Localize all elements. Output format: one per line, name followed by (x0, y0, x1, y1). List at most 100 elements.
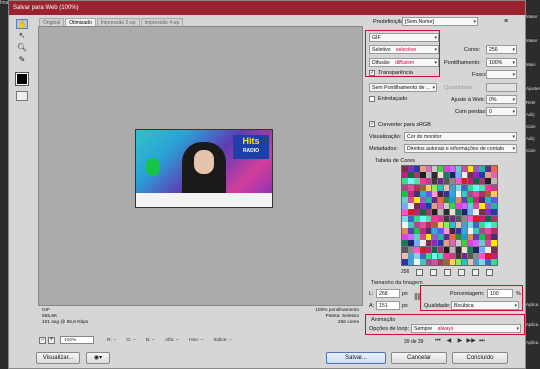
color-table-swatch[interactable] (425, 252, 432, 259)
color-table-swatch[interactable] (402, 234, 408, 241)
play-icon[interactable]: ▶ (455, 338, 464, 345)
color-table-swatch[interactable] (455, 246, 462, 253)
color-table-swatch[interactable] (407, 203, 414, 210)
color-table-swatch[interactable] (485, 215, 492, 222)
color-table-swatch[interactable] (431, 221, 438, 228)
color-table-swatch[interactable] (425, 228, 432, 234)
color-table-swatch[interactable] (467, 259, 474, 265)
color-table-swatch[interactable] (402, 178, 408, 185)
color-table-swatch[interactable] (431, 184, 438, 191)
color-table-swatch[interactable] (473, 166, 480, 172)
color-table-swatch[interactable] (467, 221, 474, 228)
color-table-swatch[interactable] (479, 184, 486, 191)
color-table-swatch[interactable] (473, 246, 480, 253)
color-table-swatch[interactable] (491, 197, 497, 203)
color-table-swatch[interactable] (437, 240, 444, 247)
color-table-swatch[interactable] (419, 259, 426, 265)
format-select[interactable]: GIF (369, 33, 439, 42)
color-table-swatch[interactable] (413, 215, 420, 222)
color-table-swatch[interactable] (491, 172, 497, 179)
color-table-swatch[interactable] (467, 166, 474, 172)
color-table-swatch[interactable] (449, 228, 456, 234)
color-table-swatch[interactable] (407, 221, 414, 228)
tab-2-up[interactable]: Impressão 2-up (96, 18, 140, 26)
color-table-swatch[interactable] (449, 190, 456, 197)
color-table-swatch[interactable] (402, 252, 408, 259)
color-table-swatch[interactable] (491, 252, 497, 259)
color-table-swatch[interactable] (485, 246, 492, 253)
color-table-swatch[interactable] (425, 259, 432, 265)
color-table-swatch[interactable] (431, 240, 438, 247)
color-table-swatch[interactable] (461, 234, 468, 241)
color-table-swatch[interactable] (485, 259, 492, 265)
prev-frame-icon[interactable]: ◀ (444, 338, 453, 345)
color-table-swatch[interactable] (473, 252, 480, 259)
color-table-swatch[interactable] (449, 178, 456, 185)
color-table-swatch[interactable] (491, 166, 497, 172)
color-table-swatch[interactable] (431, 259, 438, 265)
color-table-swatch[interactable] (407, 184, 414, 191)
color-table-swatch[interactable] (437, 203, 444, 210)
color-table-swatch[interactable] (455, 234, 462, 241)
color-table-swatch[interactable] (407, 215, 414, 222)
color-table-swatch[interactable] (449, 215, 456, 222)
zoom-in-button[interactable]: + (48, 336, 55, 344)
settings-menu-icon[interactable]: ≡ (504, 18, 508, 25)
color-table-swatch[interactable] (425, 240, 432, 247)
matte-select[interactable] (486, 70, 517, 79)
color-table-swatch[interactable] (413, 240, 420, 247)
loop-select[interactable]: Sempre always (411, 324, 521, 333)
color-table-swatch[interactable] (467, 240, 474, 247)
color-table-swatch[interactable] (473, 215, 480, 222)
color-table-swatch[interactable] (473, 228, 480, 234)
eyedropper-color-swatch[interactable] (15, 72, 29, 86)
color-table-swatch[interactable] (449, 240, 456, 247)
browser-select[interactable]: ◉▾ (86, 352, 110, 364)
color-table-swatch[interactable] (461, 209, 468, 216)
color-table-swatch[interactable] (443, 234, 450, 241)
color-table-swatch[interactable] (461, 259, 468, 265)
tab-4-up[interactable]: Impressão 4-up (140, 18, 184, 26)
preview-browser-button[interactable]: Visualizar... (36, 352, 80, 364)
zoom-out-button[interactable]: − (39, 336, 46, 344)
color-table-swatch[interactable] (491, 234, 497, 241)
color-table-swatch[interactable] (402, 228, 408, 234)
color-table-swatch[interactable] (443, 166, 450, 172)
dither-amount-select[interactable]: 100% (486, 58, 517, 67)
color-table-swatch[interactable] (431, 228, 438, 234)
color-table-swatch[interactable] (467, 228, 474, 234)
color-table-swatch[interactable] (402, 190, 408, 197)
color-table-swatch[interactable] (485, 228, 492, 234)
color-table-swatch[interactable] (443, 197, 450, 203)
color-table-swatch[interactable] (467, 252, 474, 259)
color-table-swatch[interactable] (449, 221, 456, 228)
color-table-swatch[interactable] (461, 166, 468, 172)
color-table-swatch[interactable] (485, 172, 492, 179)
color-table-swatch[interactable] (449, 166, 456, 172)
color-table-swatch[interactable] (479, 221, 486, 228)
preview-mode-select[interactable]: Cor do monitor (404, 132, 517, 141)
color-table-swatch[interactable] (473, 221, 480, 228)
color-table-swatch[interactable] (479, 172, 486, 179)
color-table-swatch[interactable] (461, 252, 468, 259)
slice-select-icon[interactable]: ↖ (16, 31, 28, 41)
color-table-swatch[interactable] (402, 184, 408, 191)
color-table-swatch[interactable] (479, 252, 486, 259)
color-table-grid[interactable] (401, 165, 498, 266)
color-table-swatch[interactable] (407, 234, 414, 241)
color-table-swatch[interactable] (461, 184, 468, 191)
color-table-swatch[interactable] (419, 246, 426, 253)
color-table-swatch[interactable] (485, 184, 492, 191)
color-table-swatch[interactable] (437, 190, 444, 197)
color-table-swatch[interactable] (413, 221, 420, 228)
color-table-swatch[interactable] (407, 252, 414, 259)
color-table-swatch[interactable] (425, 190, 432, 197)
color-table-swatch[interactable] (407, 178, 414, 185)
color-table-swatch[interactable] (479, 209, 486, 216)
zoom-icon[interactable]: 🔍︎ (16, 43, 28, 53)
color-table-swatch[interactable] (455, 215, 462, 222)
color-table-swatch[interactable] (437, 209, 444, 216)
color-table-swatch[interactable] (461, 228, 468, 234)
color-table-swatch[interactable] (431, 234, 438, 241)
color-table-swatch[interactable] (455, 184, 462, 191)
